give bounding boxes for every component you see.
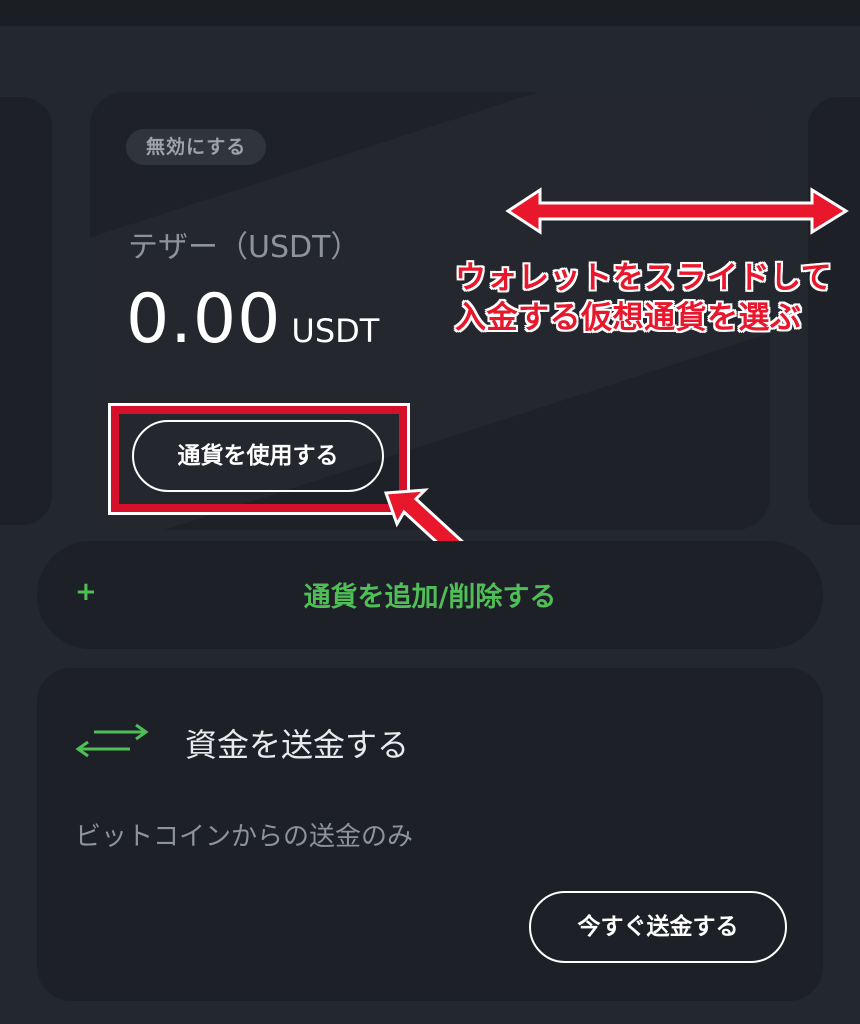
send-funds-card: 資金を送金する ビットコインからの送金のみ 今すぐ送金する: [37, 668, 823, 1001]
top-bar: [0, 0, 860, 26]
send-now-button[interactable]: 今すぐ送金する: [529, 891, 787, 963]
send-funds-title: 資金を送金する: [185, 726, 410, 764]
annotation-text: ウォレットをスライドして 入金する仮想通貨を選ぶ: [455, 258, 832, 338]
use-currency-button[interactable]: 通貨を使用する: [132, 420, 384, 492]
send-funds-note: ビットコインからの送金のみ: [75, 822, 414, 852]
transfer-arrows-icon: [74, 723, 150, 767]
add-remove-currency-bar[interactable]: + 通貨を追加/削除する: [37, 541, 823, 649]
balance: 0.00 USDT: [126, 280, 379, 359]
annotation-line-2: 入金する仮想通貨を選ぶ: [455, 300, 802, 336]
balance-amount: 0.00: [126, 280, 282, 359]
coin-name: テザー（USDT）: [128, 230, 361, 265]
disable-button[interactable]: 無効にする: [126, 129, 267, 165]
annotation-line-1: ウォレットをスライドして: [455, 260, 833, 296]
previous-wallet-card[interactable]: [0, 97, 52, 525]
add-remove-currency-label: 通貨を追加/削除する: [303, 582, 557, 613]
balance-unit: USDT: [291, 312, 380, 350]
